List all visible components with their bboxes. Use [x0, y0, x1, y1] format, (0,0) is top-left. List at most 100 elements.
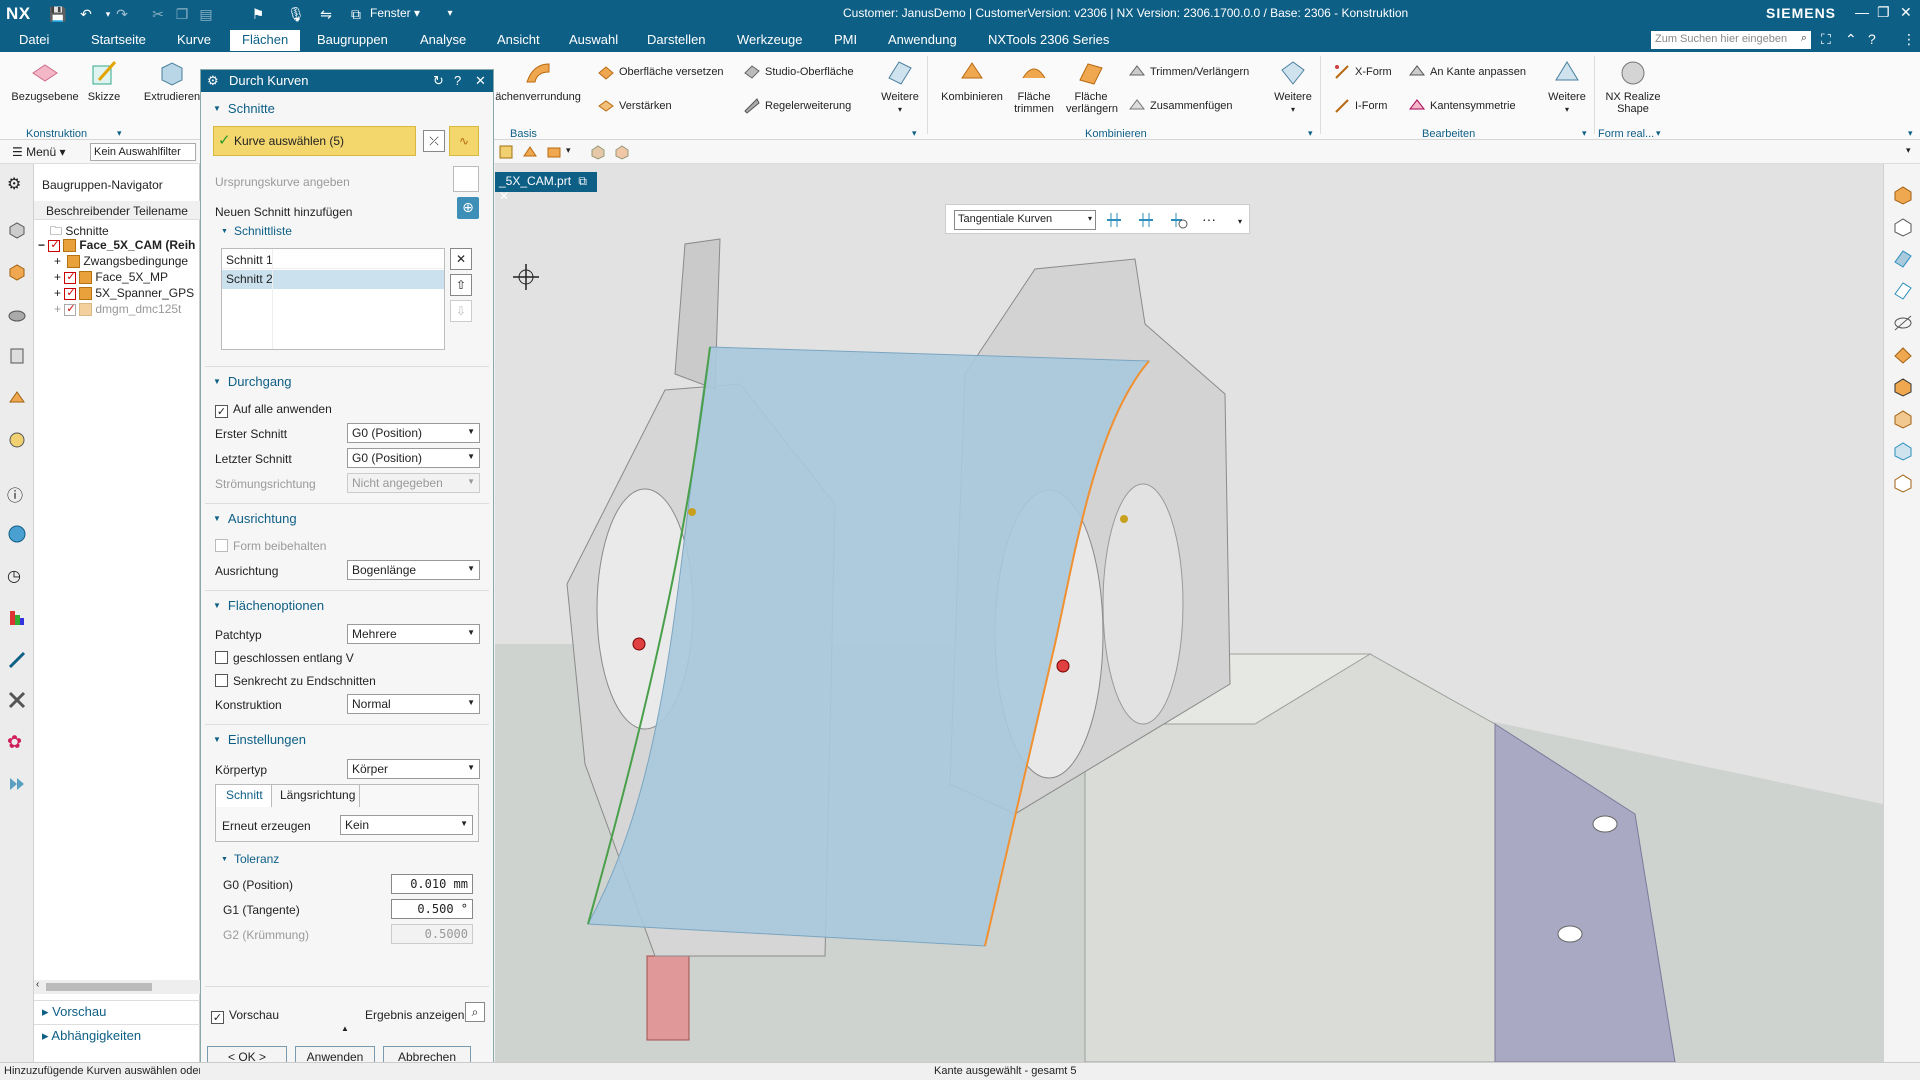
select-dropdown-icon[interactable]: ▾	[566, 145, 571, 156]
microphone-icon[interactable]: 🎙	[286, 4, 306, 24]
xform-button[interactable]: X-Form	[1333, 63, 1392, 81]
tree-row[interactable]: + dmgm_dmc125t	[34, 302, 200, 322]
minimize-icon[interactable]: —	[1855, 4, 1869, 20]
patch-type-select[interactable]: Mehrere ▼	[347, 624, 480, 644]
hd3d-tools-icon[interactable]	[7, 388, 27, 408]
tools-icon[interactable]	[7, 690, 27, 710]
visibility-checkbox[interactable]	[64, 286, 77, 300]
collapse-ribbon-icon[interactable]: ⌃	[1845, 31, 1857, 48]
tab-schnitt[interactable]: Schnitt	[216, 785, 272, 807]
law-extension-button[interactable]: Regelerweiterung	[743, 97, 851, 115]
group-form-real[interactable]: Form real...	[1598, 128, 1654, 140]
offset-surface-button[interactable]: Oberfläche versetzen	[597, 63, 724, 81]
iform-button[interactable]: I-Form	[1333, 97, 1387, 115]
menu-datei[interactable]: Datei	[19, 32, 49, 47]
menu-anwendung[interactable]: Anwendung	[888, 32, 957, 47]
move-down-icon[interactable]: ⇩	[450, 300, 472, 322]
visibility-checkbox[interactable]	[64, 270, 77, 284]
settings-gear-icon[interactable]: ⚙	[7, 174, 27, 194]
edge-symmetry-button[interactable]: Kantensymmetrie	[1408, 97, 1516, 115]
palette-icon[interactable]	[7, 608, 27, 628]
process-studio-icon[interactable]	[7, 650, 27, 670]
sketch-button[interactable]: Skizze	[84, 58, 124, 103]
group-kombinieren[interactable]: Kombinieren	[1085, 128, 1147, 140]
group-konstruktion[interactable]: Konstruktion	[26, 128, 87, 140]
navigator-column-header[interactable]: Beschreibender Teilename	[34, 201, 200, 220]
fit-view-icon[interactable]	[1892, 216, 1914, 238]
perspective-icon[interactable]	[1892, 472, 1914, 494]
assembly-navigator-icon[interactable]	[7, 220, 27, 240]
3d-model-view[interactable]	[495, 164, 1883, 1062]
restore-icon[interactable]: ❐	[1877, 4, 1890, 21]
save-icon[interactable]: 💾	[48, 4, 68, 24]
paste-icon[interactable]: ▤	[196, 4, 216, 24]
redo-icon[interactable]: ↷	[112, 4, 132, 24]
web-browser-icon[interactable]	[7, 430, 27, 450]
menu-pmi[interactable]: PMI	[834, 32, 857, 47]
menu-ansicht[interactable]: Ansicht	[497, 32, 540, 47]
globe-icon[interactable]	[7, 524, 27, 544]
select-face-icon[interactable]	[522, 144, 538, 160]
surface-analysis-icon[interactable]	[1892, 248, 1914, 270]
menu-nxtools[interactable]: NXTools 2306 Series	[988, 32, 1109, 47]
g1-tolerance-input[interactable]: 0.500 °	[391, 899, 473, 919]
g2-tolerance-input[interactable]: 0.5000	[391, 924, 473, 944]
group-form-real-dropdown-icon[interactable]: ▾	[1656, 128, 1661, 139]
switch-window-icon[interactable]: ⧉	[346, 4, 366, 24]
menu-darstellen[interactable]: Darstellen	[647, 32, 706, 47]
scroll-left-icon[interactable]: ‹	[36, 979, 39, 990]
cut-icon[interactable]: ✂	[148, 4, 168, 24]
datum-plane-button[interactable]: Bezugsebene	[10, 58, 80, 103]
trimetric-view-icon[interactable]	[1892, 440, 1914, 462]
construction-select[interactable]: Normal ▼	[347, 694, 480, 714]
section-view-icon[interactable]	[1892, 280, 1914, 302]
extend-face-button[interactable]: Fläche verlängern	[1066, 58, 1118, 115]
select-curve-row[interactable]: ✓ Kurve auswählen (5)	[213, 126, 416, 156]
tab-laengsrichtung[interactable]: Längsrichtung	[274, 785, 360, 807]
menu-werkzeuge[interactable]: Werkzeuge	[737, 32, 803, 47]
combine-button[interactable]: Kombinieren	[938, 58, 1006, 103]
visibility-checkbox[interactable]	[64, 302, 77, 316]
preview-panel-toggle[interactable]: ▸ Vorschau	[34, 1000, 200, 1022]
type-filter-select[interactable]: Kein Auswahlfilter	[90, 143, 196, 161]
nx-realize-shape-button[interactable]: NX Realize Shape	[1598, 58, 1668, 115]
undo-icon[interactable]: ↶	[76, 4, 96, 24]
select-body-icon[interactable]	[590, 144, 606, 160]
fullscreen-icon[interactable]: ⛶	[1821, 31, 1831, 48]
toolbar-options-dropdown-icon[interactable]: ▾	[1906, 145, 1911, 156]
menu-auswahl[interactable]: Auswahl	[569, 32, 618, 47]
select-component-icon[interactable]	[614, 144, 630, 160]
snap-icon[interactable]	[498, 144, 514, 160]
command-search-input[interactable]: Zum Suchen hier eingeben ⌕	[1651, 31, 1811, 49]
menu-button[interactable]: ☰ Menü ▾	[12, 145, 66, 159]
move-up-icon[interactable]: ⇧	[450, 274, 472, 296]
curve-icon[interactable]: ∿	[449, 126, 479, 156]
expand-panel-icon[interactable]	[7, 774, 27, 794]
group-bearbeiten[interactable]: Bearbeiten	[1422, 128, 1475, 140]
section-schnitte-header[interactable]: Schnitte	[213, 101, 275, 116]
group-basis[interactable]: Basis	[510, 128, 537, 140]
group-konstruktion-dropdown-icon[interactable]: ▾	[117, 128, 122, 139]
tolerance-header[interactable]: Toleranz	[221, 852, 279, 866]
g0-tolerance-input[interactable]: 0.010 mm	[391, 874, 473, 894]
window-menu[interactable]: Fenster ▾	[370, 6, 420, 20]
perpendicular-end-checkbox[interactable]: Senkrecht zu Endschnitten	[215, 674, 376, 688]
more-combine-button[interactable]: Weitere ▾	[1270, 58, 1316, 115]
group-bearbeiten-dropdown-icon[interactable]: ▾	[1582, 128, 1587, 139]
preview-checkbox[interactable]: ✓ Vorschau	[211, 1008, 279, 1024]
visibility-checkbox[interactable]	[48, 238, 61, 252]
add-section-button[interactable]: ⊕	[457, 197, 479, 219]
extrude-button[interactable]: Extrudieren	[142, 58, 202, 103]
body-type-select[interactable]: Körper ▼	[347, 759, 480, 779]
studio-surface-button[interactable]: Studio-Oberfläche	[743, 63, 854, 81]
render-style-icon[interactable]	[1892, 344, 1914, 366]
collapse-dialog-icon[interactable]: ▲	[341, 1024, 349, 1033]
shaded-with-edges-icon[interactable]	[1892, 376, 1914, 398]
menu-analyse[interactable]: Analyse	[420, 32, 466, 47]
more-basis-button[interactable]: Weitere ▾	[877, 58, 923, 115]
constraint-navigator-icon[interactable]	[7, 262, 27, 282]
scrollbar-thumb[interactable]	[46, 983, 152, 991]
group-kombinieren-dropdown-icon[interactable]: ▾	[1308, 128, 1313, 139]
view-orient-icon[interactable]	[1892, 184, 1914, 206]
closed-v-checkbox[interactable]: geschlossen entlang V	[215, 651, 354, 665]
